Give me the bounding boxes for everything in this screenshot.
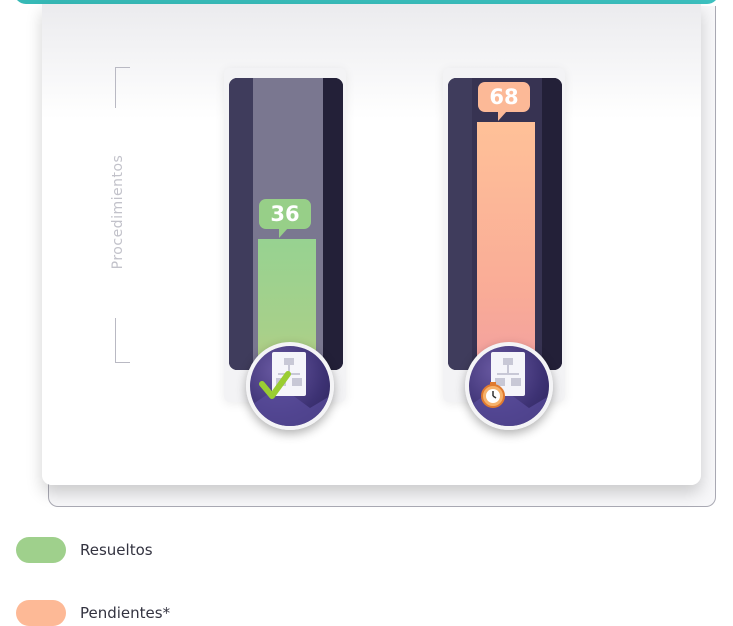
data-label-resueltos: 36 [259,199,311,238]
data-label-value: 36 [270,202,300,226]
legend-swatch-resueltos [16,537,66,563]
process-pending-stopwatch-icon [465,342,553,430]
y-axis-bracket-bottom [115,318,130,363]
y-axis-bracket-top [115,67,130,108]
legend-label-pendientes: Pendientes* [80,604,171,622]
legend-swatch-pendientes [16,600,66,626]
data-label-value: 68 [489,85,519,109]
legend-label-resueltos: Resueltos [80,541,153,559]
chart-card [42,4,701,485]
process-completed-icon [246,342,334,430]
bar-pendientes [477,122,535,370]
y-axis-label: Procedimientos [110,154,126,270]
data-label-pendientes: 68 [478,82,530,121]
